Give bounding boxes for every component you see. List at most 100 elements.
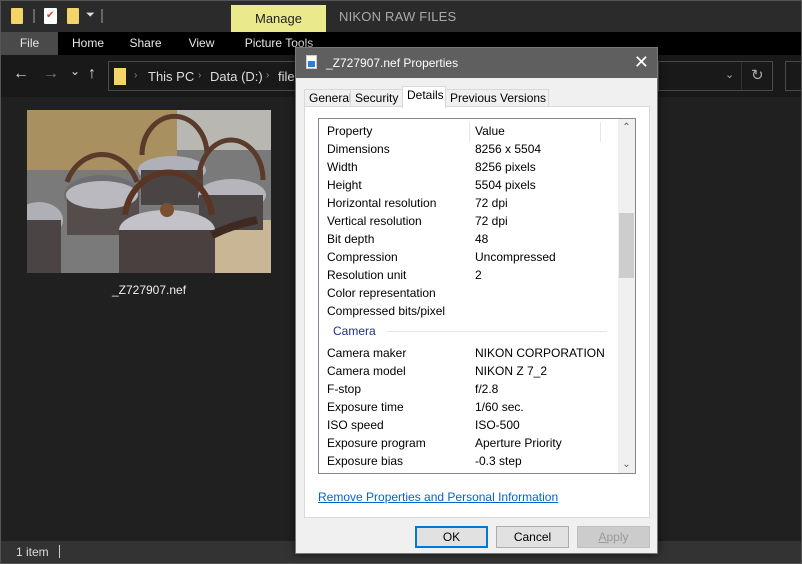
recent-locations-chevron-icon[interactable]: ⌄ (70, 64, 80, 78)
file-thumbnail[interactable] (27, 110, 271, 273)
column-header-value[interactable]: Value (475, 124, 505, 138)
forward-arrow-icon[interactable]: → (43, 65, 59, 83)
property-row[interactable]: Camera model NIKON Z 7_2 (319, 362, 619, 380)
property-row[interactable]: Horizontal resolution 72 dpi (319, 194, 619, 212)
property-name: Resolution unit (327, 268, 407, 282)
property-name: Compressed bits/pixel (327, 304, 446, 318)
teapots-photo (27, 110, 271, 273)
remove-properties-link[interactable]: Remove Properties and Personal Informati… (318, 490, 558, 504)
breadcrumb-data-drive[interactable]: Data (D:) (210, 69, 263, 84)
properties-list[interactable]: Property Value Dimensions 8256 x 5504 Widt… (318, 118, 636, 474)
property-value[interactable]: f/2.8 (475, 382, 498, 396)
new-folder-icon[interactable] (67, 8, 79, 24)
property-value[interactable]: 72 dpi (475, 214, 508, 228)
property-name: F-stop (327, 382, 362, 396)
property-name: Color representation (327, 286, 436, 300)
property-row[interactable]: Width 8256 pixels (319, 158, 619, 176)
details-panel: Property Value Dimensions 8256 x 5504 Widt… (304, 106, 650, 518)
property-row[interactable]: Vertical resolution 72 dpi (319, 212, 619, 230)
apply-label: pply (606, 530, 629, 544)
apply-accesskey: A (598, 530, 607, 544)
property-value[interactable]: 5504 pixels (475, 178, 536, 192)
breadcrumb-folder[interactable]: file (278, 69, 295, 84)
property-row[interactable]: Compressed bits/pixel (319, 302, 619, 320)
tab-home[interactable]: Home (63, 32, 113, 55)
property-name: Width (327, 160, 358, 174)
property-row[interactable]: Exposure time 1/60 sec. (319, 398, 619, 416)
property-row[interactable]: Resolution unit 2 (319, 266, 619, 284)
tab-general[interactable]: General (304, 89, 352, 107)
column-header-property[interactable]: Property (327, 124, 372, 138)
property-name: Horizontal resolution (327, 196, 437, 210)
property-value[interactable]: 48 (475, 232, 488, 246)
tab-details[interactable]: Details (402, 86, 446, 108)
property-row[interactable]: Dimensions 8256 x 5504 (319, 140, 619, 158)
property-value[interactable]: Aperture Priority (475, 436, 562, 450)
address-bar-controls: ⌄ ↻ (658, 61, 773, 91)
tab-security[interactable]: Security (350, 89, 403, 107)
up-arrow-icon[interactable]: ↑ (88, 65, 96, 83)
property-name: Exposure time (327, 400, 404, 414)
refresh-icon[interactable]: ↻ (751, 66, 764, 84)
folder-icon[interactable] (11, 8, 23, 24)
column-divider[interactable] (600, 122, 601, 142)
column-divider[interactable] (469, 122, 470, 142)
property-row[interactable]: Exposure bias -0.3 step (319, 452, 619, 470)
image-file-icon (306, 55, 317, 69)
dialog-title-bar[interactable]: _Z727907.nef Properties ✕ (296, 48, 657, 78)
property-value[interactable]: Uncompressed (475, 250, 556, 264)
customize-toolbar-icon[interactable]: ⏷ (86, 10, 95, 28)
property-value[interactable]: NIKON CORPORATION (475, 346, 605, 360)
property-value[interactable]: 2 (475, 268, 482, 282)
tab-view[interactable]: View (179, 32, 224, 55)
property-row[interactable]: Bit depth 48 (319, 230, 619, 248)
properties-icon[interactable]: ✔ (44, 8, 57, 24)
property-row[interactable]: ISO speed ISO-500 (319, 416, 619, 434)
breadcrumb-chevron-icon[interactable]: › (266, 70, 269, 81)
property-value[interactable]: NIKON Z 7_2 (475, 364, 547, 378)
property-value[interactable]: 1/60 sec. (475, 400, 524, 414)
breadcrumb-chevron-icon[interactable]: › (134, 70, 137, 81)
cancel-button[interactable]: Cancel (496, 526, 569, 548)
tab-share[interactable]: Share (123, 32, 168, 55)
property-row[interactable]: Height 5504 pixels (319, 176, 619, 194)
item-count: 1 item (16, 545, 49, 559)
property-name: Camera model (327, 364, 406, 378)
property-name: Height (327, 178, 362, 192)
breadcrumb-chevron-icon[interactable]: › (198, 70, 201, 81)
property-value[interactable]: 72 dpi (475, 196, 508, 210)
vertical-scrollbar[interactable]: ⌃ ⌄ (618, 119, 635, 473)
property-value[interactable]: 8256 pixels (475, 160, 536, 174)
tab-file[interactable]: File (1, 32, 58, 55)
tab-previous-versions[interactable]: Previous Versions (445, 89, 549, 107)
property-row[interactable]: Camera maker NIKON CORPORATION (319, 344, 619, 362)
property-row[interactable]: Exposure program Aperture Priority (319, 434, 619, 452)
scrollbar-thumb[interactable] (619, 213, 634, 278)
group-header-camera: Camera (333, 324, 376, 338)
property-row[interactable]: Color representation (319, 284, 619, 302)
divider (741, 62, 742, 90)
scroll-down-icon[interactable]: ⌄ (618, 456, 635, 473)
property-name: ISO speed (327, 418, 384, 432)
search-box[interactable] (785, 61, 802, 91)
apply-button[interactable]: Apply (577, 526, 650, 548)
folder-icon (114, 68, 126, 85)
property-value[interactable]: -0.3 step (475, 454, 522, 468)
scroll-up-icon[interactable]: ⌃ (618, 119, 635, 136)
close-icon[interactable]: ✕ (634, 52, 649, 72)
status-separator (59, 545, 60, 558)
group-divider (387, 331, 607, 332)
property-name: Camera maker (327, 346, 407, 360)
back-arrow-icon[interactable]: ← (13, 65, 29, 83)
property-row[interactable]: F-stop f/2.8 (319, 380, 619, 398)
checkmark-icon: ✔ (46, 10, 55, 21)
property-name: Vertical resolution (327, 214, 422, 228)
property-value[interactable]: ISO-500 (475, 418, 520, 432)
file-name-label[interactable]: _Z727907.nef (27, 283, 271, 297)
property-row[interactable]: Compression Uncompressed (319, 248, 619, 266)
property-value[interactable]: 8256 x 5504 (475, 142, 541, 156)
ok-button[interactable]: OK (415, 526, 488, 548)
contextual-tab-manage[interactable]: Manage (231, 5, 326, 32)
address-dropdown-icon[interactable]: ⌄ (725, 68, 734, 81)
breadcrumb-this-pc[interactable]: This PC (148, 69, 194, 84)
